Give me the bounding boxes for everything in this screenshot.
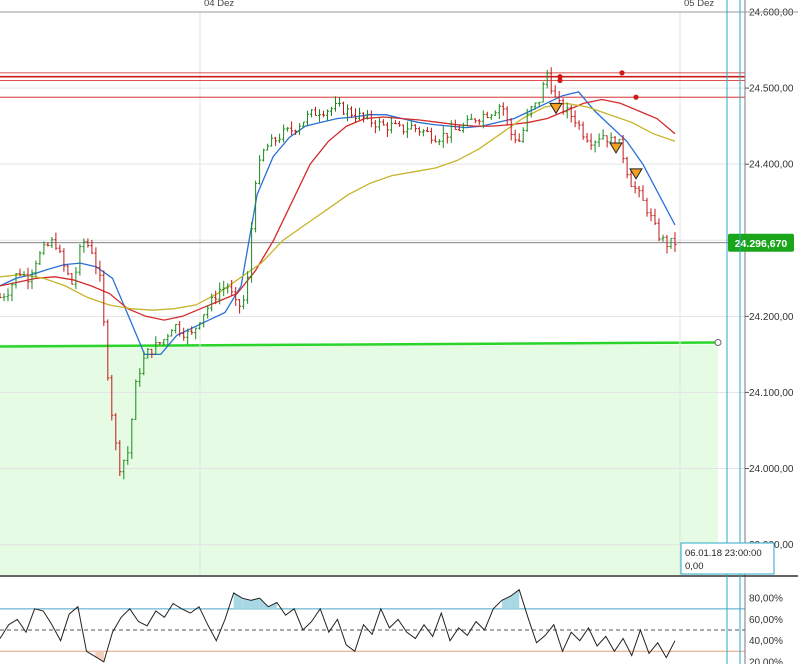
date-axis: 04 Dez 05 Dez — [204, 0, 714, 9]
oscillator-tick-label: 80,00% — [749, 594, 783, 605]
price-tick-label: 24.100,00 — [749, 388, 794, 399]
oscillator-tick-label: 60,00% — [749, 615, 783, 626]
price-pane[interactable] — [0, 11, 798, 664]
resistance-level-handle[interactable] — [633, 94, 639, 100]
price-tick-label: 24.400,00 — [749, 160, 794, 171]
stock-chart[interactable]: 24.600,0024.500,0024.400,0024.300,0024.2… — [0, 0, 798, 664]
price-tick-label: 24.000,00 — [749, 464, 794, 475]
price-tick-label: 24.500,00 — [749, 84, 794, 95]
price-tick-label: 24.600,00 — [749, 8, 794, 19]
oscillator-pane[interactable] — [0, 577, 745, 664]
date-label: 04 Dez — [204, 0, 234, 9]
oscillator-tick-label: 20,00% — [749, 657, 783, 664]
crosshair-tooltip: 06.01.18 23:00:00 0,00 — [680, 542, 775, 575]
current-price-badge[interactable]: 24.296,670 — [728, 233, 794, 252]
support-line-handle[interactable] — [714, 338, 722, 346]
crosshair-tooltip-value: 0,00 — [685, 561, 704, 572]
price-tick-label: 24.200,00 — [749, 312, 794, 323]
current-price-label: 24.296,670 — [735, 238, 788, 250]
date-label: 05 Dez — [684, 0, 714, 9]
oscillator-tick-label: 40,00% — [749, 636, 783, 647]
resistance-level-handle[interactable] — [557, 77, 563, 84]
crosshair-tooltip-date: 06.01.18 23:00:00 — [685, 548, 762, 559]
resistance-level-handle[interactable] — [619, 70, 625, 76]
